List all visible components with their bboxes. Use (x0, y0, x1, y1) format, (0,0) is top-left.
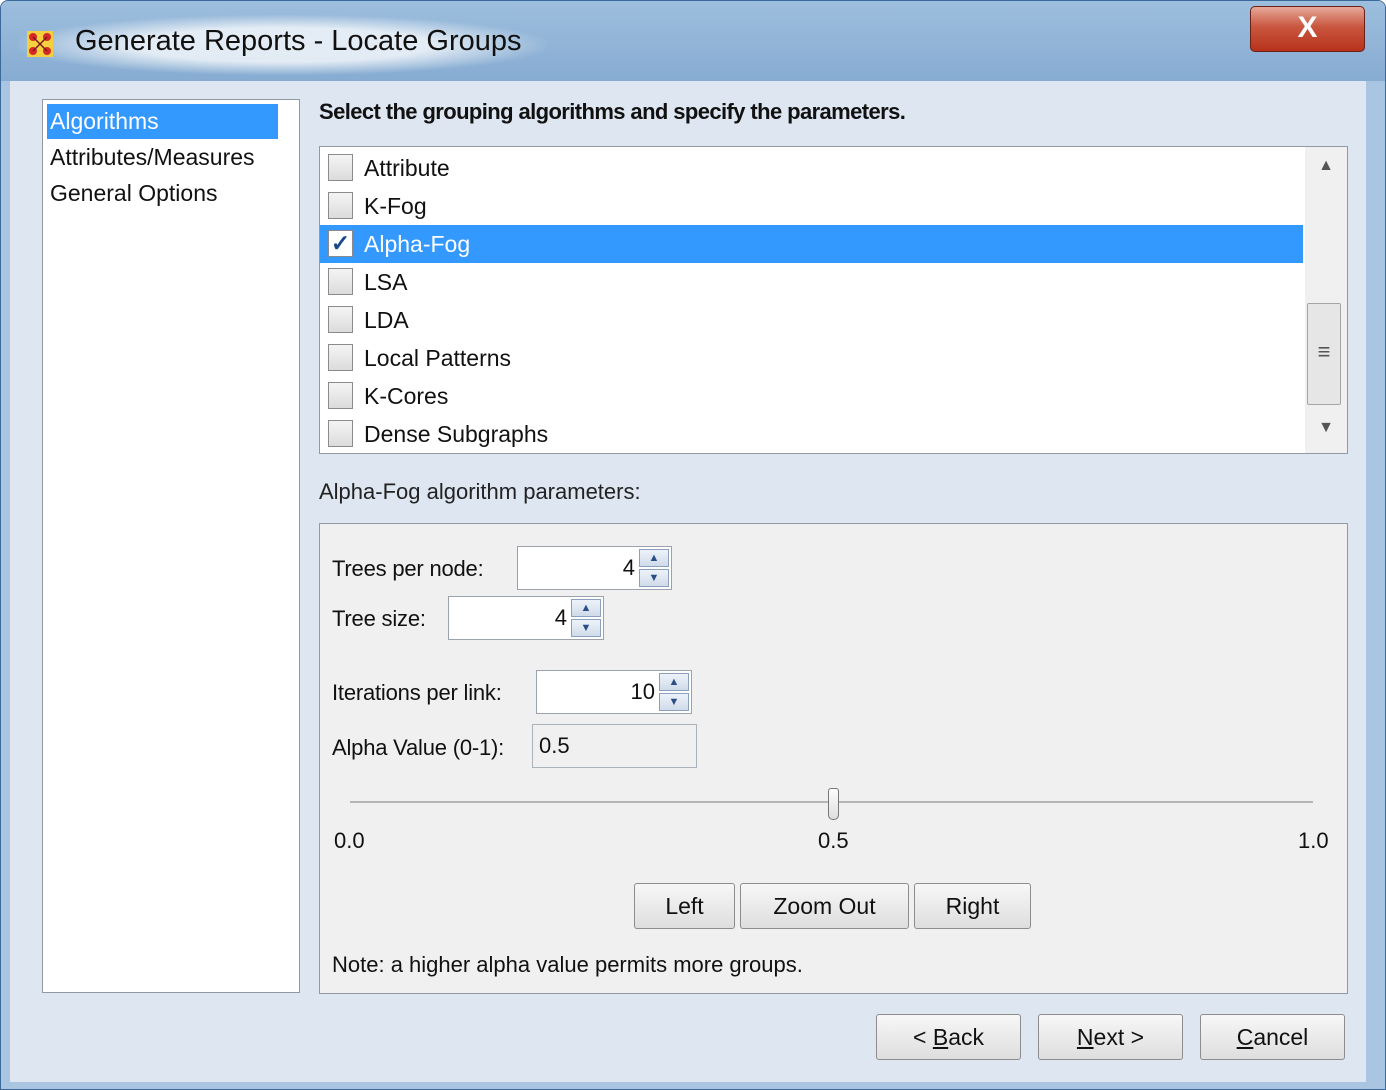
next-mnemonic: N (1076, 1024, 1094, 1050)
algorithm-item-k-cores[interactable]: K-Cores (320, 377, 1303, 415)
spin-down-icon[interactable]: ▼ (571, 619, 601, 637)
trees-per-node-spinner[interactable]: 4 ▲ ▼ (517, 546, 672, 590)
algorithm-item-k-fog[interactable]: K-Fog (320, 187, 1303, 225)
spinner-value: 4 (554, 605, 567, 630)
vertical-scrollbar[interactable]: ▲ ≡ ▼ (1305, 147, 1347, 453)
checkbox[interactable] (328, 382, 353, 409)
section-item-attributes-measures[interactable]: Attributes/Measures (47, 140, 278, 175)
section-list: Algorithms Attributes/Measures General O… (42, 99, 300, 993)
algorithm-label: Attribute (364, 155, 450, 181)
spin-up-icon[interactable]: ▲ (571, 599, 601, 617)
trees-per-node-label: Trees per node: (332, 556, 484, 581)
checkmark-icon: ✓ (330, 230, 351, 256)
params-title: Alpha-Fog algorithm parameters: (319, 479, 641, 504)
spin-down-icon[interactable]: ▼ (639, 569, 669, 587)
checkbox-checked[interactable]: ✓ (328, 230, 353, 257)
back-label-rest: ack (948, 1024, 984, 1050)
window-title: Generate Reports - Locate Groups (75, 25, 522, 57)
iterations-per-link-spinner[interactable]: 10 ▲ ▼ (536, 670, 692, 714)
scroll-down-icon[interactable]: ▼ (1305, 409, 1347, 447)
close-icon: X (1297, 11, 1318, 44)
back-mnemonic: B (932, 1024, 949, 1050)
spin-up-icon[interactable]: ▲ (659, 673, 689, 691)
instruction-text: Select the grouping algorithms and speci… (319, 99, 906, 124)
algorithm-item-attribute[interactable]: Attribute (320, 149, 1303, 187)
back-button[interactable]: < Back (876, 1014, 1021, 1060)
back-prefix: < (913, 1024, 933, 1050)
next-label-rest: ext > (1093, 1024, 1145, 1050)
checkbox[interactable] (328, 420, 353, 447)
alpha-slider-thumb[interactable] (828, 788, 839, 820)
right-button[interactable]: Right (914, 883, 1031, 929)
alpha-value-field: 0.5 (532, 724, 697, 768)
spinner-value: 10 (630, 679, 655, 704)
dialog-content: Algorithms Attributes/Measures General O… (10, 81, 1366, 1082)
algorithm-label: K-Cores (364, 383, 449, 409)
iterations-per-link-label: Iterations per link: (332, 680, 502, 705)
app-network-icon (27, 31, 53, 57)
algorithm-label: Alpha-Fog (364, 231, 471, 257)
algorithm-label: LSA (364, 269, 408, 295)
left-button[interactable]: Left (634, 883, 735, 929)
algorithm-item-alpha-fog[interactable]: ✓ Alpha-Fog (320, 225, 1303, 263)
dialog-window: Generate Reports - Locate Groups X Algor… (0, 0, 1386, 1090)
note-text: Note: a higher alpha value permits more … (332, 952, 803, 977)
checkbox[interactable] (328, 344, 353, 371)
title-bar[interactable]: Generate Reports - Locate Groups X (1, 1, 1385, 81)
algorithm-list: Attribute K-Fog ✓ Alpha-Fog LSA LDA Loca… (319, 146, 1348, 454)
checkbox[interactable] (328, 192, 353, 219)
algorithm-item-lda[interactable]: LDA (320, 301, 1303, 339)
cancel-label-rest: ancel (1253, 1024, 1309, 1050)
algorithm-item-local-patterns[interactable]: Local Patterns (320, 339, 1303, 377)
slider-min-label: 0.0 (334, 828, 365, 853)
scroll-up-icon[interactable]: ▲ (1305, 147, 1347, 185)
close-button[interactable]: X (1250, 6, 1365, 52)
cancel-mnemonic: C (1236, 1024, 1254, 1050)
algorithm-label: Local Patterns (364, 345, 512, 371)
alpha-value-label: Alpha Value (0-1): (332, 735, 505, 760)
scroll-thumb[interactable]: ≡ (1307, 303, 1341, 405)
slider-mid-label: 0.5 (818, 828, 849, 853)
checkbox[interactable] (328, 154, 353, 181)
algorithm-item-lsa[interactable]: LSA (320, 263, 1303, 301)
cancel-button[interactable]: Cancel (1200, 1014, 1345, 1060)
checkbox[interactable] (328, 306, 353, 333)
algorithm-label: LDA (364, 307, 409, 333)
section-item-general-options[interactable]: General Options (47, 176, 278, 211)
section-item-algorithms[interactable]: Algorithms (47, 104, 278, 139)
algorithm-label: Dense Subgraphs (364, 421, 549, 447)
tree-size-label: Tree size: (332, 606, 426, 631)
checkbox[interactable] (328, 268, 353, 295)
algorithm-item-dense-subgraphs[interactable]: Dense Subgraphs (320, 415, 1303, 453)
next-button[interactable]: Next > (1038, 1014, 1183, 1060)
slider-max-label: 1.0 (1298, 828, 1329, 853)
spin-down-icon[interactable]: ▼ (659, 693, 689, 711)
spinner-value: 4 (622, 555, 635, 580)
spin-up-icon[interactable]: ▲ (639, 549, 669, 567)
tree-size-spinner[interactable]: 4 ▲ ▼ (448, 596, 604, 640)
zoom-out-button[interactable]: Zoom Out (740, 883, 909, 929)
params-panel: Trees per node: 4 ▲ ▼ Tree size: 4 ▲ ▼ I… (319, 523, 1348, 994)
algorithm-label: K-Fog (364, 193, 427, 219)
